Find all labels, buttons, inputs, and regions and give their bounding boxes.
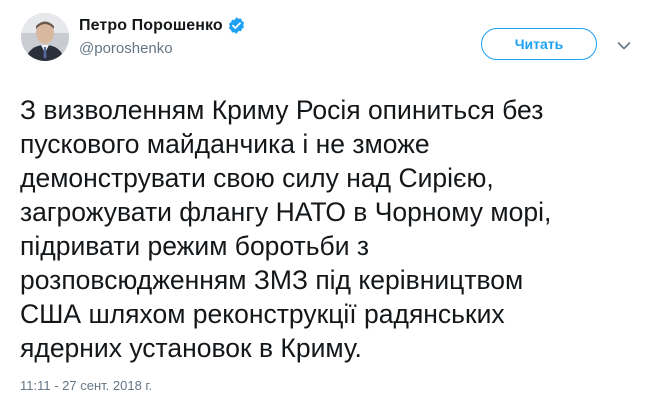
tweet-text-line: З визволенням Криму Росія опиниться без — [20, 95, 544, 125]
avatar[interactable] — [21, 13, 69, 61]
verified-badge-icon — [227, 16, 246, 35]
author-name[interactable]: Петро Порошенко — [79, 17, 223, 35]
tweet-text-line: розповсюдженням ЗМЗ під керівництвом — [20, 265, 524, 295]
tweet-timestamp[interactable]: 11:11 - 27 сент. 2018 г. — [20, 378, 152, 393]
tweet-text-line: США шляхом реконструкції радянських — [20, 299, 505, 329]
tweet-card: Петро Порошенко @poroshenko Читать З виз… — [0, 0, 665, 404]
tweet-text-line: підривати режим боротьби з — [20, 231, 370, 261]
follow-button[interactable]: Читать — [481, 28, 597, 60]
tweet-text-line: ядерних установок в Криму. — [20, 333, 362, 363]
tweet-text: З визволенням Криму Росія опиниться без … — [20, 93, 650, 365]
author-handle[interactable]: @poroshenko — [79, 40, 173, 57]
tweet-text-line: демонструвати свою силу над Сирією, — [20, 163, 494, 193]
tweet-text-line: пускового майданчика і не зможе — [20, 129, 430, 159]
chevron-down-icon[interactable] — [617, 38, 631, 50]
author-name-row: Петро Порошенко — [79, 16, 246, 35]
tweet-text-line: загрожувати флангу НАТО в Чорному морі, — [20, 197, 552, 227]
